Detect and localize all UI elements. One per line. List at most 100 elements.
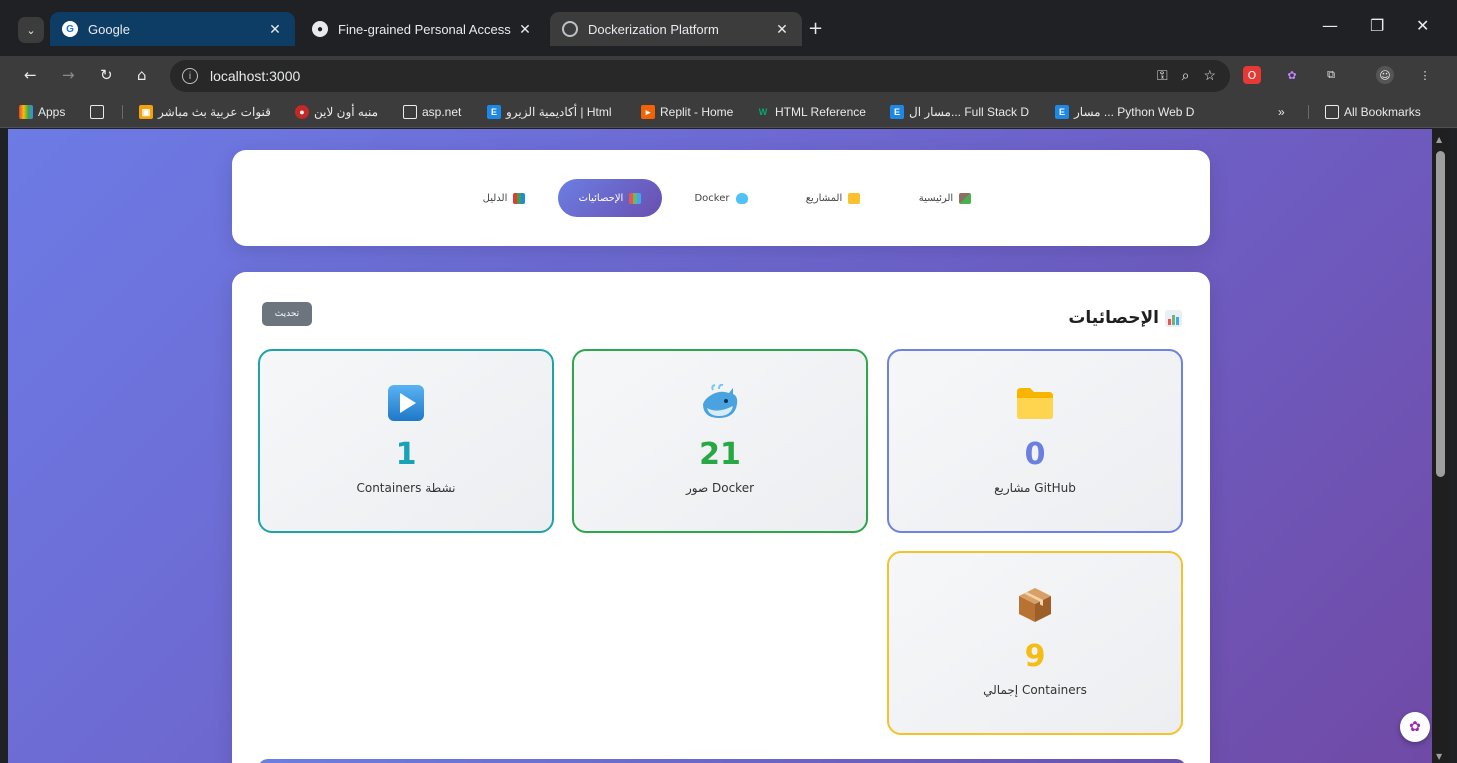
nav-item-projects[interactable]: المشاريع	[788, 179, 878, 217]
zoom-icon[interactable]: ⌕	[1182, 67, 1190, 84]
nav-label: الإحصائيات	[578, 192, 624, 204]
house-icon	[959, 192, 972, 204]
stat-label: إجمالي Containers	[983, 683, 1087, 697]
stat-value: 9	[1024, 639, 1046, 674]
tab-search-chevron-icon[interactable]: ⌄	[18, 17, 44, 43]
nav-item-docker[interactable]: Docker	[678, 179, 764, 217]
bookmark-star-icon[interactable]: ☆	[1203, 67, 1216, 84]
floating-assistant-button[interactable]: ✿	[1400, 712, 1430, 742]
browser-toolbar: ← → ↻ ⌂ i localhost:3000 ⚿ ⌕ ☆ O ✿ ⧉ ☺ ⋮	[0, 56, 1457, 96]
opera-extension-icon[interactable]: O	[1243, 66, 1261, 84]
site-info-icon[interactable]: i	[182, 68, 198, 84]
menu-kebab-icon[interactable]: ⋮	[1416, 66, 1434, 84]
bookmark-label: قنوات عربية بث مباشر	[158, 105, 271, 119]
folder-icon	[848, 192, 861, 204]
browser-tab-google[interactable]: G Google ✕	[50, 12, 295, 46]
bookmark-label: HTML Reference	[775, 105, 866, 119]
nav-item-statistics[interactable]: الإحصائيات	[558, 179, 662, 217]
bookmark-html-reference[interactable]: W HTML Reference	[751, 103, 866, 121]
bookmark-all-bookmarks[interactable]: All Bookmarks	[1320, 103, 1421, 121]
home-icon[interactable]: ⌂	[137, 66, 147, 84]
stat-card-total-containers: 9 إجمالي Containers	[887, 551, 1183, 735]
statistics-panel: الإحصائيات تحديث 0 مشاريع GitHub 21 صور …	[232, 272, 1210, 763]
folder-icon	[403, 105, 417, 119]
restore-icon[interactable]: ❐	[1370, 16, 1384, 35]
tab-title: Google	[88, 21, 130, 37]
bookmark-full-stack[interactable]: E مسار ال... Full Stack D	[885, 103, 1029, 121]
bookmarks-bar: Apps ▣ قنوات عربية بث مباشر ● منبه أون ل…	[0, 96, 1457, 128]
bookmarks-overflow-button[interactable]: »	[1278, 103, 1285, 121]
stat-label: صور Docker	[685, 481, 755, 495]
tab-close-icon[interactable]: ✕	[267, 21, 283, 38]
more-icon: »	[1278, 105, 1285, 119]
url-text: localhost:3000	[210, 68, 301, 84]
bookmark-online-alarm[interactable]: ● منبه أون لاين	[290, 103, 378, 121]
play-icon	[387, 383, 425, 423]
tab-close-icon[interactable]: ✕	[517, 21, 533, 38]
stat-value: 0	[1024, 437, 1046, 472]
refresh-button[interactable]: تحديث	[262, 302, 312, 326]
window-close-icon[interactable]: ✕	[1416, 16, 1429, 35]
page-viewport: الرئيسية المشاريع Docker الإحصائيات الدل…	[8, 129, 1432, 763]
w3-icon: W	[758, 107, 768, 117]
top-navigation: الرئيسية المشاريع Docker الإحصائيات الدل…	[232, 150, 1210, 246]
alarm-icon: ●	[295, 105, 309, 119]
e-icon: E	[1055, 105, 1069, 119]
scrollbar-thumb[interactable]	[1436, 151, 1445, 477]
page-scrollbar[interactable]: ▲ ▼	[1432, 129, 1449, 763]
nav-item-guide[interactable]: الدليل	[464, 179, 544, 217]
browser-tab-strip: ⌄ G Google ✕ ● Fine-grained Personal Acc…	[0, 0, 1457, 56]
extensions-puzzle-icon[interactable]: ⧉	[1322, 66, 1340, 84]
whale-icon	[735, 192, 748, 204]
bookmark-label: All Bookmarks	[1344, 105, 1421, 119]
bookmark-aspnet[interactable]: asp.net	[398, 103, 461, 121]
ai-extension-icon[interactable]: ✿	[1283, 66, 1301, 84]
nav-label: المشاريع	[805, 192, 843, 204]
folder-icon	[1325, 105, 1339, 119]
reload-icon[interactable]: ↻	[100, 66, 113, 84]
new-tab-plus-icon[interactable]: +	[808, 18, 823, 39]
apps-grid-icon	[19, 105, 33, 119]
tv-icon: ▣	[139, 105, 153, 119]
chart-icon	[1165, 309, 1182, 327]
scroll-down-arrow-icon[interactable]: ▼	[1436, 752, 1442, 761]
stat-value: 1	[395, 437, 417, 472]
github-icon: ●	[312, 21, 328, 37]
bookmark-label: Apps	[38, 105, 66, 119]
grid-icon[interactable]	[85, 103, 109, 121]
stat-label: مشاريع GitHub	[994, 481, 1076, 495]
key-icon[interactable]: ⚿	[1157, 67, 1168, 84]
bookmark-python-web[interactable]: E مسار ... Python Web D	[1050, 103, 1194, 121]
bookmark-label: منبه أون لاين	[314, 105, 379, 119]
books-icon	[513, 192, 526, 204]
nav-label: الدليل	[482, 192, 508, 204]
tab-group-icon	[90, 105, 104, 119]
bookmark-replit[interactable]: ▸ Replit - Home	[636, 103, 733, 121]
stat-label: Containers نشطة	[356, 481, 456, 495]
replit-icon: ▸	[641, 105, 655, 119]
package-icon	[1015, 585, 1055, 625]
tab-close-icon[interactable]: ✕	[774, 21, 790, 38]
bookmarks-divider	[122, 105, 123, 119]
bookmark-label: مسار ال... Full Stack D	[909, 105, 1030, 119]
back-arrow-icon[interactable]: ←	[24, 66, 37, 84]
chart-icon	[629, 192, 642, 204]
nav-label: Docker	[694, 192, 730, 204]
bookmark-zero-academy[interactable]: E أكاديمية الزيرو | Html	[482, 103, 612, 121]
bookmark-arabic-channels[interactable]: ▣ قنوات عربية بث مباشر	[134, 103, 271, 121]
minimize-icon[interactable]: —	[1322, 16, 1338, 35]
scroll-up-arrow-icon[interactable]: ▲	[1436, 135, 1442, 144]
browser-tab-dockerization[interactable]: Dockerization Platform ✕	[550, 12, 802, 46]
profile-avatar[interactable]: ☺	[1376, 66, 1394, 84]
address-bar[interactable]: i localhost:3000 ⚿ ⌕ ☆	[170, 60, 1230, 92]
browser-tab-github[interactable]: ● Fine-grained Personal Access To ✕	[300, 12, 545, 46]
folder-icon	[1015, 383, 1055, 423]
nav-item-home[interactable]: الرئيسية	[900, 179, 990, 217]
forward-arrow-icon[interactable]: →	[62, 66, 75, 84]
e-icon: E	[890, 105, 904, 119]
globe-icon	[562, 21, 578, 37]
bookmark-apps[interactable]: Apps	[14, 103, 65, 121]
stat-card-docker-images: 21 صور Docker	[572, 349, 868, 533]
bookmark-label: أكاديمية الزيرو | Html	[506, 105, 612, 119]
next-section-edge	[258, 759, 1186, 763]
